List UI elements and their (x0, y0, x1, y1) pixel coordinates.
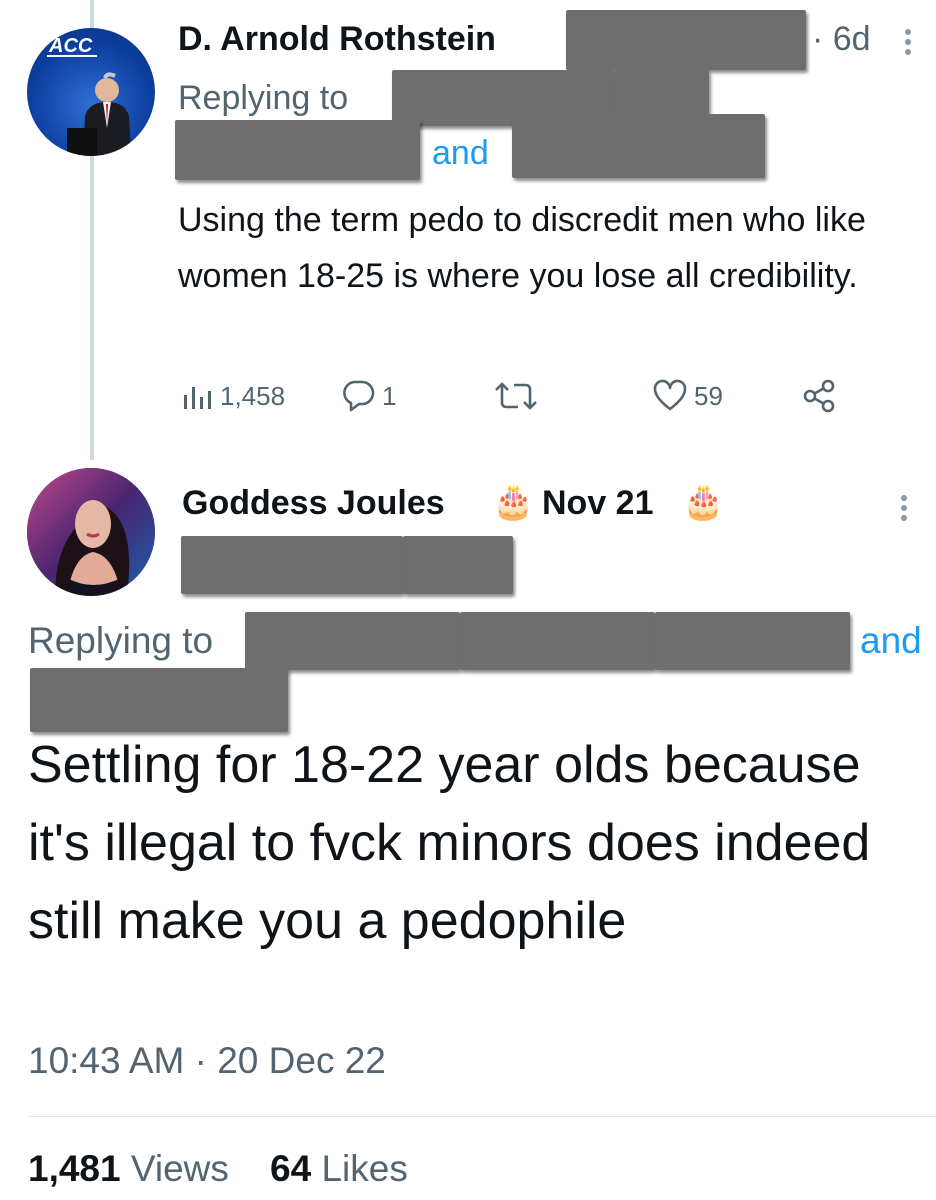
author-name[interactable]: D. Arnold Rothstein (178, 20, 496, 59)
views-count: 1,458 (220, 380, 286, 411)
redacted-handle (566, 10, 806, 70)
birthday-date: Nov 21 (542, 484, 654, 522)
like-button[interactable]: 59 (652, 376, 723, 416)
tweet-text: Settling for 18-22 year olds because it'… (28, 736, 871, 950)
views-count: 1,481 (28, 1148, 121, 1189)
more-vertical-icon[interactable] (896, 488, 912, 537)
reply-button[interactable]: 1 (340, 376, 396, 416)
replying-to-label: Replying to (28, 620, 214, 661)
likes-stat[interactable]: 64 Likes (270, 1148, 408, 1189)
reply-icon (343, 380, 375, 412)
heart-icon (653, 379, 687, 411)
redacted-mention (655, 612, 850, 670)
avatar-photo (27, 468, 155, 596)
more-vertical-icon[interactable] (900, 22, 916, 71)
avatar-photo: ACC (47, 35, 131, 156)
tweet-stats: 1,481 Views 64 Likes (28, 1148, 408, 1190)
views-button[interactable]: 1,458 (180, 376, 285, 416)
redacted-mention (245, 612, 460, 670)
divider (28, 1116, 936, 1117)
likes-count: 64 (270, 1148, 312, 1189)
views-stat[interactable]: 1,481 Views (28, 1148, 229, 1189)
redacted-handle (181, 536, 403, 594)
and-link[interactable]: and (432, 134, 489, 173)
likes-label: Likes (321, 1148, 408, 1189)
redacted-handle (403, 536, 513, 594)
analytics-icon (184, 387, 211, 409)
retweet-button[interactable] (494, 376, 544, 416)
birthday-cake-icon: 🎂 (492, 483, 535, 521)
share-icon (803, 379, 835, 413)
and-link[interactable]: and (860, 620, 922, 662)
tweet-time[interactable]: · 6d (812, 20, 871, 59)
redacted-mention (30, 668, 288, 732)
redacted-mention (175, 120, 420, 180)
avatar[interactable] (27, 468, 155, 596)
like-count: 59 (694, 380, 723, 411)
tweet-timestamp[interactable]: 10:43 AM · 20 Dec 22 (28, 1040, 386, 1082)
views-label: Views (130, 1148, 229, 1189)
share-button[interactable] (802, 376, 842, 416)
avatar[interactable]: ACC (27, 28, 155, 156)
redacted-mention (460, 612, 655, 670)
replying-to-label: Replying to (178, 79, 349, 117)
tweet-text: Using the term pedo to discredit men who… (178, 201, 866, 295)
retweet-icon (495, 382, 537, 410)
author-name[interactable]: Goddess Joules (182, 484, 445, 523)
birthday-cake-icon: 🎂 (682, 483, 725, 521)
reply-count: 1 (382, 380, 397, 411)
acc-logo: ACC (48, 35, 93, 57)
redacted-mention (512, 114, 765, 178)
